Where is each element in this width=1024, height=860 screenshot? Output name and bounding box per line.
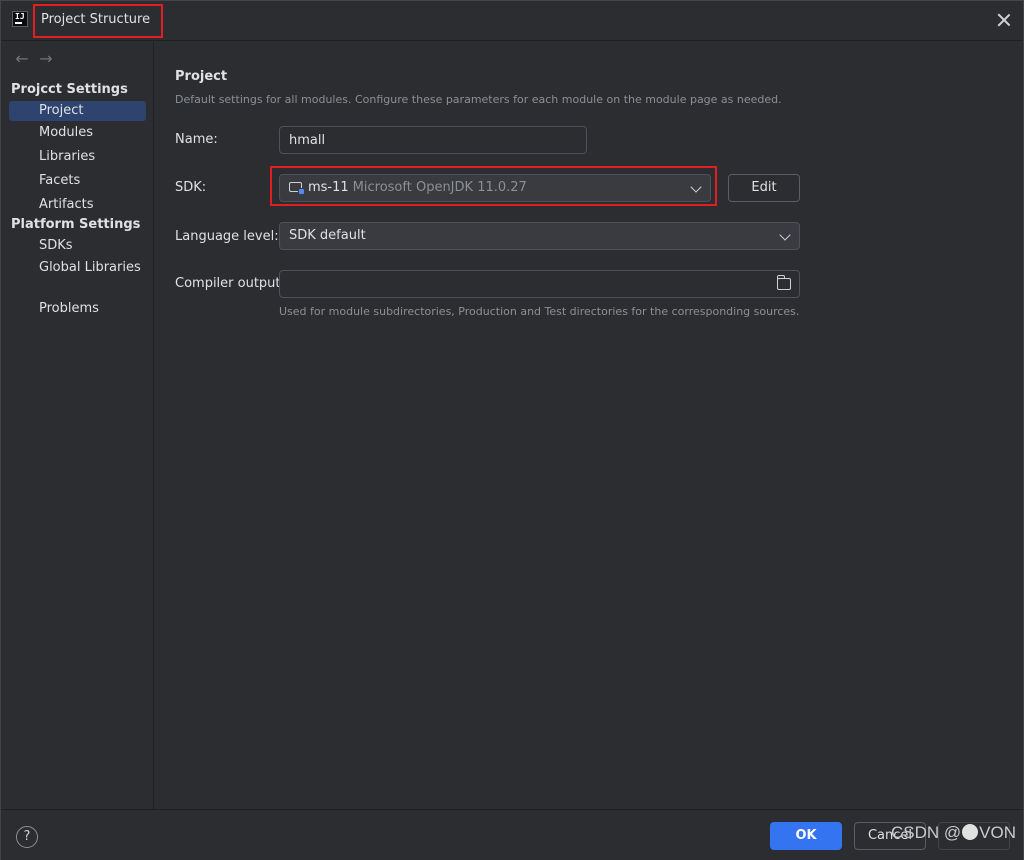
project-settings-heading: Projcct Settings	[11, 82, 128, 97]
sidebar-item-problems[interactable]: Problems	[9, 299, 146, 319]
language-level-value: SDK default	[289, 228, 366, 243]
language-level-dropdown[interactable]: SDK default	[279, 222, 800, 250]
forward-arrow-icon[interactable]: →	[37, 50, 55, 68]
help-icon[interactable]: ?	[16, 826, 38, 848]
sidebar-item-project[interactable]: Project	[9, 101, 146, 121]
edit-sdk-button[interactable]: Edit	[728, 174, 800, 202]
intellij-icon: IJ	[12, 11, 28, 27]
name-label: Name:	[175, 132, 218, 147]
watermark-prefix: CSDN @	[891, 823, 962, 842]
compiler-output-hint: Used for module subdirectories, Producti…	[279, 305, 800, 318]
compiler-output-label: Compiler output:	[175, 276, 285, 291]
nav-arrows: ← →	[13, 50, 61, 68]
sdk-label: SDK:	[175, 180, 207, 195]
close-icon[interactable]	[995, 11, 1013, 29]
folder-icon[interactable]	[777, 275, 791, 290]
ok-button[interactable]: OK	[770, 822, 842, 850]
csdn-watermark: CSDN @ VON	[891, 823, 1016, 843]
title-highlight-box	[33, 4, 163, 38]
sidebar-item-global-libraries[interactable]: Global Libraries	[9, 258, 146, 278]
name-field[interactable]	[279, 126, 587, 154]
dialog-footer: ? OK Cancel	[1, 809, 1023, 860]
sidebar-item-facets[interactable]: Facets	[9, 171, 146, 191]
platform-settings-heading: Platform Settings	[11, 217, 141, 232]
sidebar-item-sdks[interactable]: SDKs	[9, 236, 146, 256]
page-description: Default settings for all modules. Config…	[175, 93, 782, 106]
sidebar-item-libraries[interactable]: Libraries	[9, 147, 146, 167]
watermark-avatar	[962, 824, 979, 840]
app-icon-text: IJ	[15, 12, 25, 21]
language-level-label: Language level:	[175, 229, 279, 244]
project-structure-dialog: IJ Project Structure ← → Projcct Settings…	[0, 0, 1024, 860]
watermark-suffix: VON	[979, 823, 1016, 842]
project-settings-panel: Project Default settings for all modules…	[155, 42, 1023, 809]
sidebar-item-modules[interactable]: Modules	[9, 123, 146, 143]
compiler-output-field[interactable]	[279, 270, 800, 298]
sidebar: ← → Projcct Settings Project Modules Libr…	[1, 42, 154, 809]
chevron-down-icon	[779, 229, 791, 241]
sdk-highlight-box	[270, 166, 717, 206]
back-arrow-icon[interactable]: ←	[13, 50, 31, 68]
sidebar-item-artifacts[interactable]: Artifacts	[9, 195, 146, 215]
page-title: Project	[175, 69, 228, 84]
title-bar: IJ Project Structure	[1, 1, 1023, 41]
